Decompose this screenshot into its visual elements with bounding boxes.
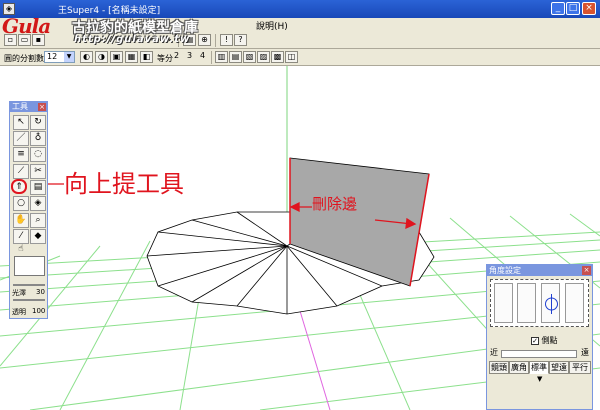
polyline-icon[interactable]: ⟋ (13, 164, 29, 179)
extrude-icon[interactable]: ▤ (30, 180, 46, 195)
view-preset[interactable] (494, 283, 513, 323)
view-4-icon[interactable]: ▨ (257, 51, 270, 63)
cut-icon[interactable]: ✂ (30, 164, 46, 179)
menu-help[interactable]: 說明(H) (256, 19, 288, 32)
list-icon[interactable]: ≡ (13, 147, 29, 162)
far-label: 遠 (581, 348, 589, 357)
parallel-button[interactable]: 平行 (569, 361, 591, 374)
shape-4-icon[interactable]: ▦ (125, 51, 138, 63)
lift-up-icon[interactable]: ⇑ (11, 179, 27, 194)
checkbox-label: 側點 (541, 336, 558, 345)
annotation-remove-edge: 刪除邊 (312, 195, 358, 213)
lens-button[interactable]: 鏡頭 (489, 361, 509, 374)
angle-settings-panel: 角度設定 × ✓ 側點 近 遠 鏡頭 廣角 標準 望遠 平行 ▼ (486, 264, 593, 410)
divisions-select[interactable]: 12 ▼ (44, 51, 75, 63)
gloss-label: 光澤 (12, 289, 26, 297)
checkbox-check-icon: ✓ (531, 336, 539, 345)
view-2-icon[interactable]: ▤ (229, 51, 242, 63)
gloss-value: 30 (36, 288, 45, 296)
toolbar-separator (215, 34, 216, 47)
near-label: 近 (490, 348, 498, 357)
camera-sphere-icon (545, 294, 558, 314)
view-6-icon[interactable]: ◫ (285, 51, 298, 63)
toolbar-separator (211, 51, 212, 64)
shape-5-icon[interactable]: ◧ (140, 51, 153, 63)
shape-toolbar: 圓的分割數 12 ▼ ◐ ◑ ▣ ▦ ◧ 等分 2 3 4 ▥ ▤ ▧ ▨ ▩ … (0, 49, 600, 66)
chevron-down-icon: ▼ (64, 52, 74, 62)
fill-icon[interactable]: ◆ (30, 229, 46, 244)
zoom-icon[interactable]: ⌕ (30, 213, 46, 228)
tool-palette: 工具 × ↖ ↻ ／ ♁ ≡ ◌ ⟋ ✂ ⇑ ▤ ○ ◈ ✋ ⌕ ⁄ ◆ ☝ 光… (9, 101, 48, 319)
close-icon[interactable]: × (582, 2, 596, 15)
close-icon[interactable]: × (38, 103, 46, 111)
divisions-value: 12 (47, 52, 58, 61)
globe-icon[interactable]: ⊕ (198, 34, 211, 46)
lasso-icon[interactable]: ◌ (30, 147, 46, 162)
view-preset[interactable] (517, 283, 536, 323)
info-icon[interactable]: ! (220, 34, 233, 46)
title-bar: ◈ 王Super4 - [名稱未設定] _ □ × (0, 0, 600, 18)
view-preset[interactable] (565, 283, 584, 323)
circle-icon[interactable]: ○ (13, 196, 29, 211)
minimize-icon[interactable]: _ (551, 2, 565, 15)
transparency-value: 100 (32, 307, 46, 315)
equal-3-button[interactable]: 3 (183, 51, 196, 63)
hand-icon[interactable]: ✋ (13, 213, 29, 228)
view-1-icon[interactable]: ▥ (215, 51, 228, 63)
distance-slider[interactable] (501, 350, 577, 358)
wide-angle-button[interactable]: 廣角 (509, 361, 529, 374)
grid-line (59, 240, 151, 410)
line-icon[interactable]: ／ (13, 131, 29, 146)
equal-4-button[interactable]: 4 (196, 51, 209, 63)
view-3-icon[interactable]: ▧ (243, 51, 256, 63)
rotate-icon[interactable]: ↻ (30, 115, 46, 130)
help-icon[interactable]: ? (234, 34, 247, 46)
color-swatch[interactable] (14, 256, 45, 276)
transparency-slider[interactable] (13, 299, 45, 301)
gloss-slider[interactable] (13, 284, 45, 286)
shape-2-icon[interactable]: ◑ (95, 51, 108, 63)
close-icon[interactable]: × (582, 266, 591, 275)
paint-bucket-icon[interactable]: ♁ (30, 131, 46, 146)
watermark-url: http://gulavaw.tw (74, 34, 191, 45)
shape-3-icon[interactable]: ▣ (110, 51, 123, 63)
equal-2-button[interactable]: 2 (170, 51, 183, 63)
maximize-icon[interactable]: □ (566, 2, 580, 15)
divisions-label: 圓的分割數 (4, 54, 44, 63)
select-arrow-icon[interactable]: ↖ (13, 115, 29, 130)
window-title: 王Super4 - [名稱未設定] (58, 6, 161, 16)
standard-button[interactable]: 標準 (529, 361, 549, 374)
side-point-checkbox[interactable]: ✓ 側點 (531, 335, 558, 346)
expand-arrow-icon[interactable]: ▼ (537, 375, 542, 383)
watermark-logo: Gula (2, 14, 51, 38)
view-preset[interactable] (541, 283, 560, 323)
transparency-label: 透明 (12, 308, 26, 316)
eyedropper-icon[interactable]: ⁄ (13, 229, 29, 244)
shape-1-icon[interactable]: ◐ (80, 51, 93, 63)
angle-panel-title: 角度設定 (487, 265, 592, 276)
annotation-lift-tool: 向上提工具 (64, 170, 184, 198)
view-presets (490, 279, 589, 327)
telephoto-button[interactable]: 望遠 (549, 361, 569, 374)
cube-icon[interactable]: ◈ (30, 196, 46, 211)
view-5-icon[interactable]: ▩ (271, 51, 284, 63)
